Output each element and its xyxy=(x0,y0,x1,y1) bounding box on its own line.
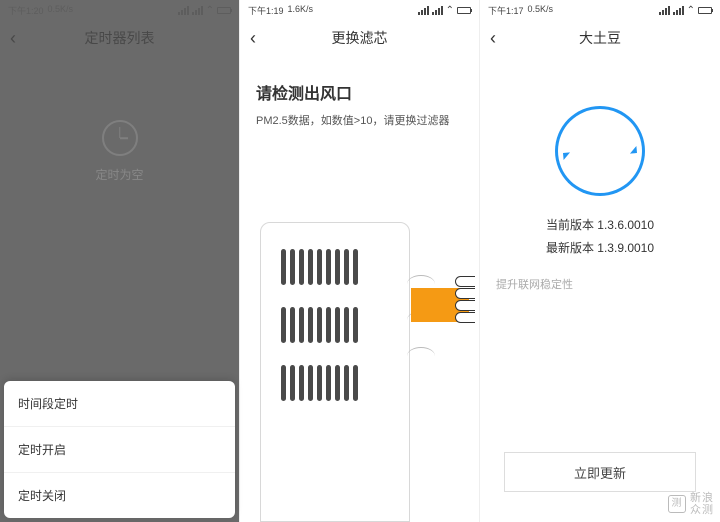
status-time: 下午1:17 xyxy=(488,4,524,17)
empty-label: 定时为空 xyxy=(0,166,239,183)
filter-change-screen: 下午1:19 1.6K/s ⌃ ‹ 更换滤芯 请检测出风口 PM2.5数据，如数值… xyxy=(240,0,480,522)
action-sheet: 时间段定时 定时开启 定时关闭 xyxy=(4,381,235,518)
back-icon[interactable]: ‹ xyxy=(490,28,496,49)
signal-icon xyxy=(418,6,429,15)
sync-icon xyxy=(555,106,645,196)
instruction-heading: 请检测出风口 xyxy=(256,80,463,104)
signal-icon xyxy=(659,6,670,15)
title-bar: ‹ 大土豆 xyxy=(480,20,720,56)
status-net: 0.5K/s xyxy=(48,4,74,17)
timer-list-screen: 下午1:20 0.5K/s ⌃ ‹ 定时器列表 定时为空 时间段定时 定时开启 定… xyxy=(0,0,240,522)
battery-icon xyxy=(698,7,712,14)
battery-icon xyxy=(457,7,471,14)
instruction-sub: PM2.5数据，如数值>10，请更换过滤器 xyxy=(256,112,463,128)
sheet-option-period[interactable]: 时间段定时 xyxy=(4,381,235,427)
empty-state: 定时为空 xyxy=(0,120,239,183)
back-icon[interactable]: ‹ xyxy=(250,28,256,49)
title-bar: ‹ 更换滤芯 xyxy=(240,20,479,56)
battery-icon xyxy=(217,7,231,14)
watermark-logo-icon: 测 xyxy=(668,495,686,513)
status-bar: 下午1:17 0.5K/s ⌃ xyxy=(480,0,720,20)
status-bar: 下午1:19 1.6K/s ⌃ xyxy=(240,0,479,20)
title-bar: ‹ 定时器列表 xyxy=(0,20,239,56)
status-bar: 下午1:20 0.5K/s ⌃ xyxy=(0,0,239,20)
sheet-option-on[interactable]: 定时开启 xyxy=(4,427,235,473)
page-title: 大土豆 xyxy=(579,28,621,48)
signal-icon xyxy=(192,6,203,15)
page-title: 更换滤芯 xyxy=(332,28,388,48)
page-title: 定时器列表 xyxy=(85,28,155,48)
status-time: 下午1:20 xyxy=(8,4,44,17)
status-net: 1.6K/s xyxy=(288,4,314,17)
wifi-icon: ⌃ xyxy=(687,5,695,16)
back-icon[interactable]: ‹ xyxy=(10,28,16,49)
status-time: 下午1:19 xyxy=(248,4,284,17)
current-version: 当前版本 1.3.6.0010 xyxy=(480,216,720,233)
signal-icon xyxy=(178,6,189,15)
firmware-update-screen: 下午1:17 0.5K/s ⌃ ‹ 大土豆 当前版本 1.3.6.0010 最新版… xyxy=(480,0,720,522)
hand-holding-card-icon xyxy=(411,282,481,346)
changelog-note: 提升联网稳定性 xyxy=(480,262,720,306)
wifi-icon: ⌃ xyxy=(206,5,214,16)
latest-version: 最新版本 1.3.9.0010 xyxy=(480,239,720,256)
signal-icon xyxy=(673,6,684,15)
clock-icon xyxy=(102,120,138,156)
status-net: 0.5K/s xyxy=(528,4,554,17)
watermark: 测 新浪众测 xyxy=(668,492,714,516)
update-now-button[interactable]: 立即更新 xyxy=(504,452,696,492)
wifi-icon: ⌃ xyxy=(446,5,454,16)
device-illustration xyxy=(260,222,410,522)
signal-icon xyxy=(432,6,443,15)
sheet-option-off[interactable]: 定时关闭 xyxy=(4,473,235,518)
